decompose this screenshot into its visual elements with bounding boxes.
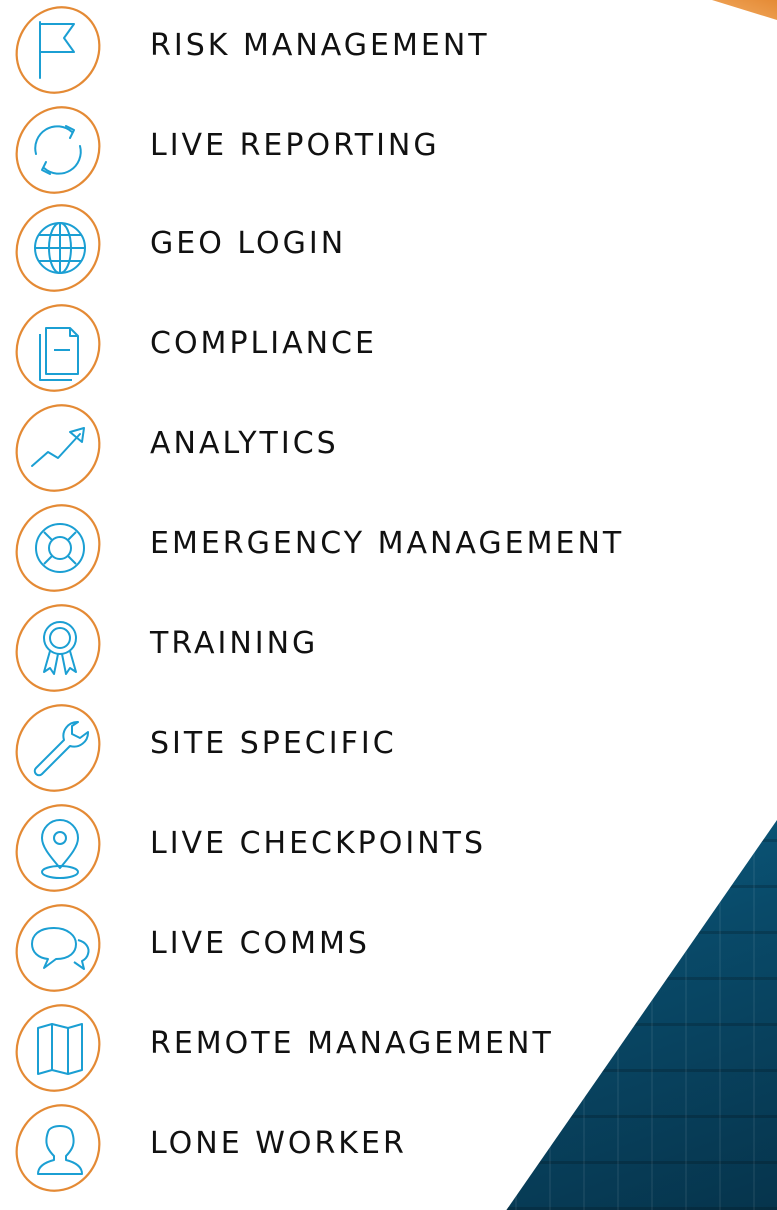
award-ribbon-icon [8, 598, 108, 698]
feature-item-training: TRAINING [0, 598, 777, 698]
folded-map-icon [8, 998, 108, 1098]
flag-icon [8, 0, 108, 100]
feature-label: LIVE REPORTING [150, 128, 440, 163]
feature-label: LIVE COMMS [150, 926, 370, 961]
feature-label: SITE SPECIFIC [150, 726, 397, 761]
feature-label: LONE WORKER [150, 1126, 407, 1161]
feature-item-site-specific: SITE SPECIFIC [0, 698, 777, 798]
feature-item-emergency-management: EMERGENCY MANAGEMENT [0, 498, 777, 598]
feature-label: TRAINING [150, 626, 319, 661]
feature-item-live-comms: LIVE COMMS [0, 898, 777, 998]
feature-label: ANALYTICS [150, 426, 339, 461]
feature-label: COMPLIANCE [150, 326, 377, 361]
feature-label: LIVE CHECKPOINTS [150, 826, 487, 861]
document-icon [8, 298, 108, 398]
feature-item-remote-management: REMOTE MANAGEMENT [0, 998, 777, 1098]
trend-up-icon [8, 398, 108, 498]
feature-item-geo-login: GEO LOGIN [0, 198, 777, 298]
wrench-icon [8, 698, 108, 798]
chat-bubbles-icon [8, 898, 108, 998]
feature-item-live-reporting: LIVE REPORTING [0, 100, 777, 200]
lifebuoy-icon [8, 498, 108, 598]
user-icon [8, 1098, 108, 1198]
feature-label: GEO LOGIN [150, 226, 347, 261]
feature-label: RISK MANAGEMENT [150, 28, 490, 63]
map-pin-icon [8, 798, 108, 898]
feature-item-analytics: ANALYTICS [0, 398, 777, 498]
feature-item-risk-management: RISK MANAGEMENT [0, 0, 777, 100]
feature-item-live-checkpoints: LIVE CHECKPOINTS [0, 798, 777, 898]
feature-label: REMOTE MANAGEMENT [150, 1026, 554, 1061]
feature-list: RISK MANAGEMENT LIVE REPORTING GEO LOGIN… [0, 0, 777, 1210]
feature-item-lone-worker: LONE WORKER [0, 1098, 777, 1198]
feature-item-compliance: COMPLIANCE [0, 298, 777, 398]
feature-label: EMERGENCY MANAGEMENT [150, 526, 625, 561]
globe-icon [8, 198, 108, 298]
refresh-icon [8, 100, 108, 200]
